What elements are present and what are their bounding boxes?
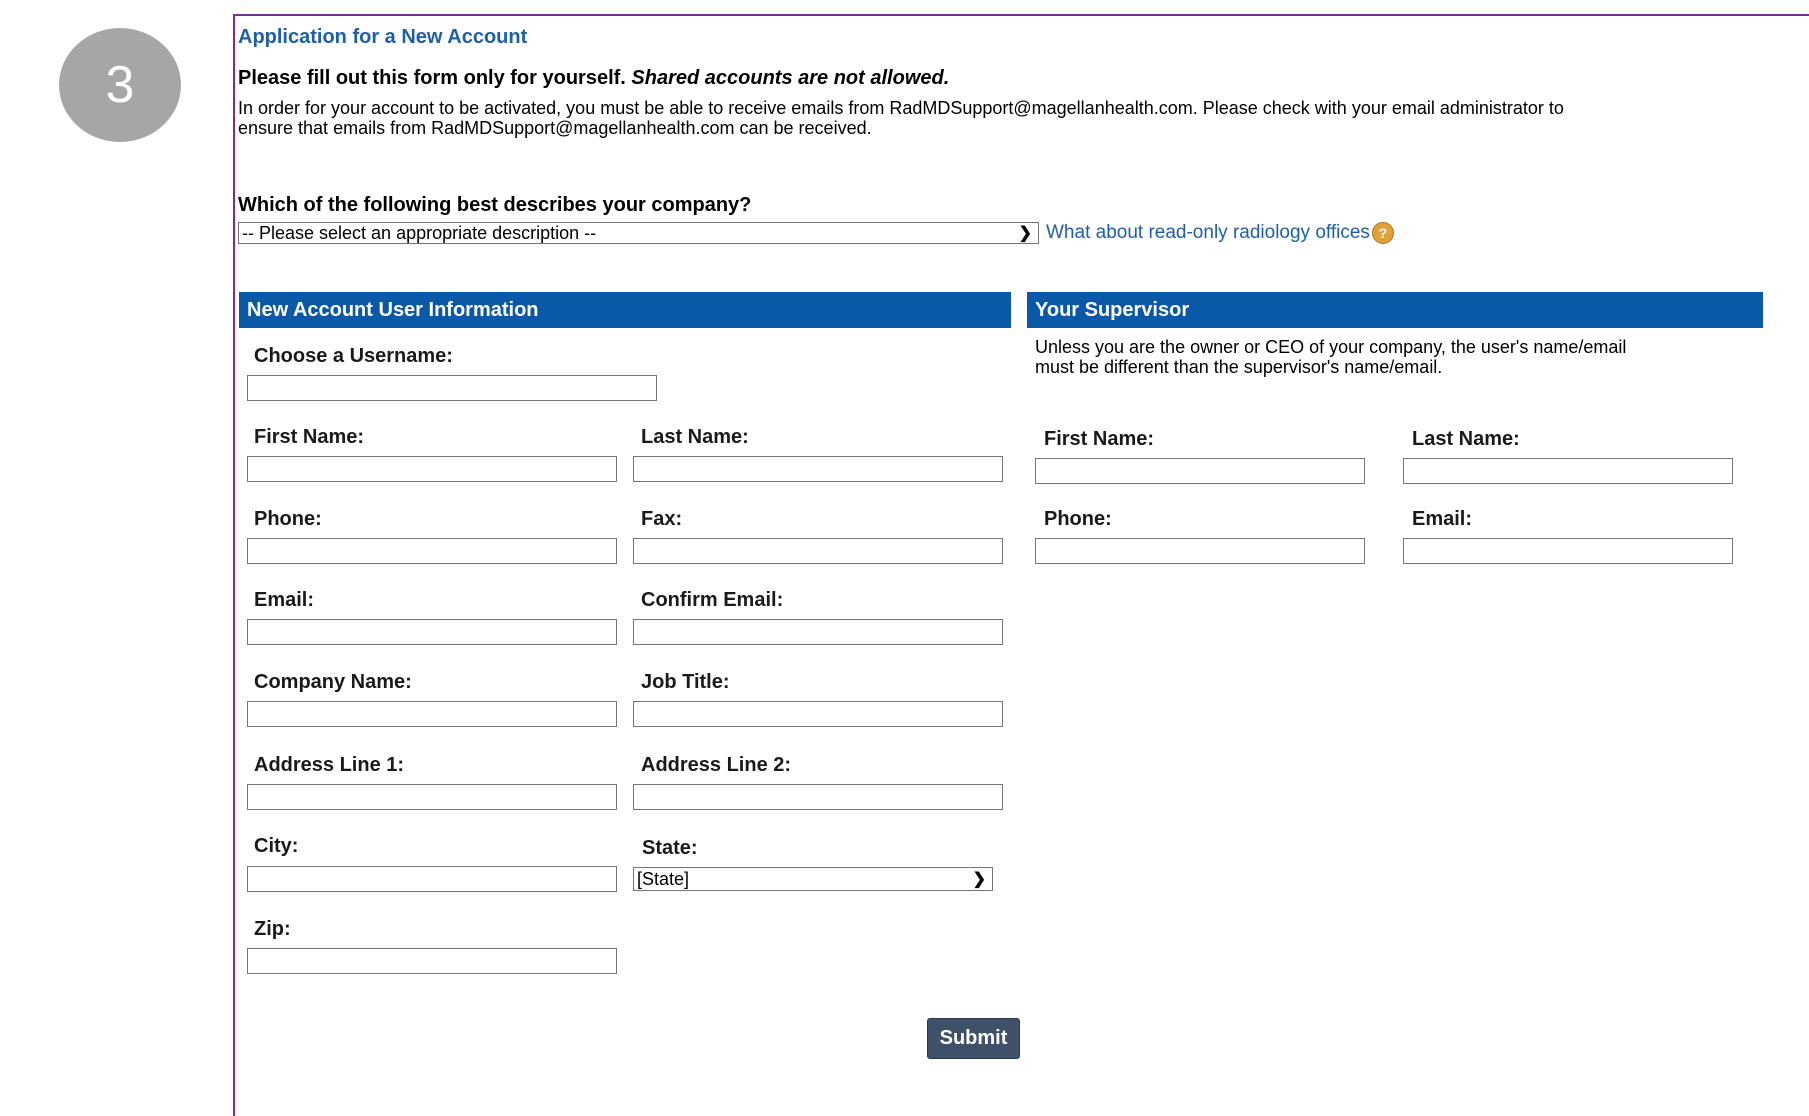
job-title-input[interactable]	[633, 701, 1003, 727]
phone-label: Phone:	[254, 508, 322, 530]
username-label: Choose a Username:	[254, 345, 453, 367]
chevron-down-icon: ❯	[972, 871, 986, 888]
address1-label: Address Line 1:	[254, 754, 405, 776]
state-select-value: [State]	[637, 868, 690, 889]
supervisor-phone-label: Phone:	[1044, 508, 1112, 530]
city-label: City:	[254, 835, 299, 857]
instruction-italic: Shared accounts are not allowed.	[631, 67, 950, 89]
address2-input[interactable]	[633, 784, 1003, 810]
chevron-down-icon: ❯	[1018, 225, 1032, 242]
company-name-label: Company Name:	[254, 671, 412, 693]
address1-input[interactable]	[247, 784, 617, 810]
confirm-email-label: Confirm Email:	[641, 589, 784, 611]
supervisor-last-name-input[interactable]	[1403, 458, 1733, 484]
readonly-offices-link[interactable]: What about read-only radiology offices?	[1046, 222, 1394, 244]
submit-button[interactable]: Submit	[927, 1018, 1020, 1059]
first-name-label: First Name:	[254, 426, 365, 448]
supervisor-first-name-input[interactable]	[1035, 458, 1365, 484]
step-number-badge: 3	[59, 28, 181, 142]
address2-label: Address Line 2:	[641, 754, 792, 776]
company-name-input[interactable]	[247, 701, 617, 727]
supervisor-phone-input[interactable]	[1035, 538, 1365, 564]
city-input[interactable]	[247, 866, 617, 892]
activation-note-line2: ensure that emails from RadMDSupport@mag…	[238, 118, 872, 138]
company-type-question: Which of the following best describes yo…	[238, 194, 752, 216]
instruction-bold: Please fill out this form only for yours…	[238, 67, 626, 89]
supervisor-email-label: Email:	[1412, 508, 1473, 530]
last-name-label: Last Name:	[641, 426, 749, 448]
activation-note-line1: In order for your account to be activate…	[238, 98, 1564, 118]
email-input[interactable]	[247, 619, 617, 645]
email-label: Email:	[254, 589, 315, 611]
readonly-offices-link-text[interactable]: What about read-only radiology offices	[1046, 222, 1370, 243]
supervisor-header: Your Supervisor	[1027, 292, 1763, 328]
username-input[interactable]	[247, 375, 657, 401]
activation-note: In order for your account to be activate…	[238, 98, 1808, 138]
confirm-email-input[interactable]	[633, 619, 1003, 645]
form-title: Application for a New Account	[238, 26, 528, 48]
supervisor-note: Unless you are the owner or CEO of your …	[1035, 337, 1775, 377]
supervisor-email-input[interactable]	[1403, 538, 1733, 564]
state-select[interactable]: [State] ❯	[633, 867, 993, 891]
supervisor-note-line2: must be different than the supervisor's …	[1035, 357, 1443, 377]
state-label: State:	[642, 837, 698, 859]
company-type-select[interactable]: -- Please select an appropriate descript…	[238, 222, 1039, 244]
zip-input[interactable]	[247, 948, 617, 974]
company-type-select-value: -- Please select an appropriate descript…	[242, 222, 597, 243]
form-instruction: Please fill out this form only for yours…	[238, 67, 949, 90]
first-name-input[interactable]	[247, 456, 617, 482]
supervisor-first-name-label: First Name:	[1044, 428, 1155, 450]
job-title-label: Job Title:	[641, 671, 730, 693]
last-name-input[interactable]	[633, 456, 1003, 482]
supervisor-note-line1: Unless you are the owner or CEO of your …	[1035, 337, 1627, 357]
help-icon[interactable]: ?	[1371, 222, 1394, 244]
fax-label: Fax:	[641, 508, 683, 530]
zip-label: Zip:	[254, 918, 291, 940]
supervisor-last-name-label: Last Name:	[1412, 428, 1520, 450]
phone-input[interactable]	[247, 538, 617, 564]
user-info-header: New Account User Information	[239, 292, 1011, 328]
fax-input[interactable]	[633, 538, 1003, 564]
